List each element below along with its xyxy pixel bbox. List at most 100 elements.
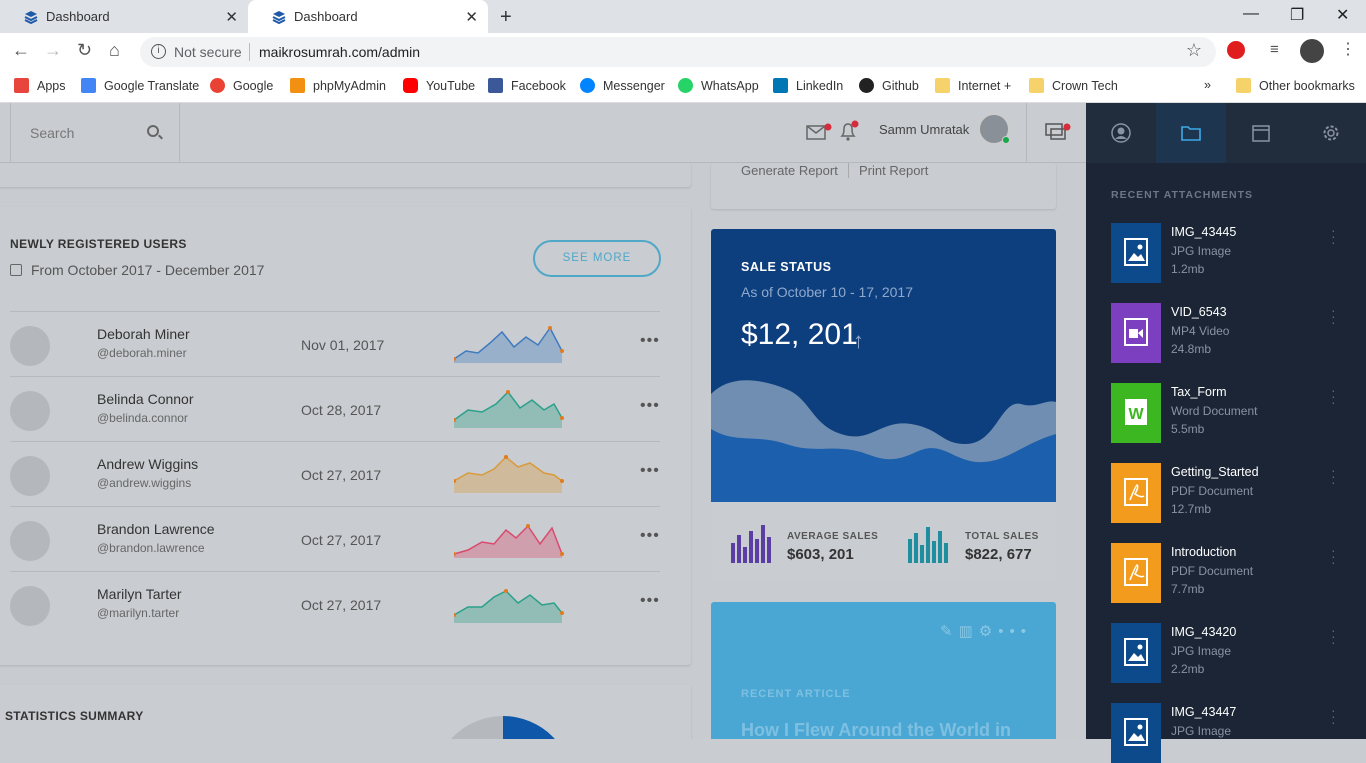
extension-icon[interactable] [1227, 41, 1245, 59]
tab-files[interactable] [1156, 103, 1226, 163]
search-icon[interactable] [147, 125, 159, 137]
avatar[interactable] [10, 326, 50, 366]
attachment-item[interactable]: W Tax_Form Word Document 5.5mb · · · [1111, 383, 1351, 443]
url-field[interactable]: i Not secure maikrosumrah.com/admin ☆ [140, 37, 1216, 67]
bookmark-github[interactable]: Github [859, 78, 919, 93]
table-row[interactable]: Marilyn Tarter @marilyn.tarter Oct 27, 201… [10, 571, 660, 636]
tab-profile[interactable] [1086, 103, 1156, 163]
avatar[interactable] [10, 521, 50, 561]
browser-menu-icon[interactable]: ⋮ [1340, 39, 1356, 59]
attachment-item[interactable]: VID_6543 MP4 Video 24.8mb · · · [1111, 303, 1351, 363]
more-vertical-icon[interactable]: · · · [1331, 543, 1336, 569]
attachment-name[interactable]: Introduction [1171, 545, 1236, 559]
tab-settings[interactable] [1296, 103, 1366, 163]
user-name[interactable]: Brandon Lawrence [97, 521, 215, 537]
bookmark-whatsapp[interactable]: WhatsApp [678, 78, 759, 93]
more-vertical-icon[interactable]: · · · [1331, 623, 1336, 649]
search-input[interactable]: Search [30, 125, 74, 141]
attachment-name[interactable]: IMG_43447 [1171, 705, 1236, 719]
chart-icon[interactable]: ▥ [959, 623, 979, 640]
more-options-icon[interactable]: ••• [640, 462, 660, 480]
avatar[interactable] [978, 113, 1010, 145]
close-tab-icon[interactable]: ✕ [465, 8, 478, 26]
reload-icon[interactable]: ↻ [77, 40, 92, 61]
bookmarks-overflow-icon[interactable]: » [1204, 78, 1211, 92]
article-headline[interactable]: How I Flew Around the World in [741, 720, 1011, 739]
bookmark-star-icon[interactable]: ☆ [1186, 40, 1202, 61]
more-vertical-icon[interactable]: · · · [1331, 303, 1336, 329]
print-report-link[interactable]: Print Report [848, 163, 928, 178]
bookmark-youtube[interactable]: YouTube [403, 78, 475, 93]
bookmark-folder-internet[interactable]: Internet + [935, 78, 1011, 93]
table-row[interactable]: Belinda Connor @belinda.connor Oct 28, 201… [10, 376, 660, 441]
user-name[interactable]: Andrew Wiggins [97, 456, 198, 472]
bookmark-google-translate[interactable]: Google Translate [81, 78, 199, 93]
user-name[interactable]: Samm Umratak [879, 122, 969, 137]
attachment-name[interactable]: IMG_43420 [1171, 625, 1236, 639]
facebook-icon [488, 78, 503, 93]
attachment-name[interactable]: Getting_Started [1171, 465, 1259, 479]
more-vertical-icon[interactable]: · · · [1331, 223, 1336, 249]
more-vertical-icon[interactable]: · · · [1331, 463, 1336, 489]
more-options-icon[interactable]: ••• [640, 527, 660, 545]
search-box[interactable]: Search [10, 103, 180, 163]
attachment-item[interactable]: IMG_43445 JPG Image 1.2mb · · · [1111, 223, 1351, 283]
bookmark-folder-other[interactable]: Other bookmarks [1236, 78, 1355, 93]
more-options-icon[interactable]: ••• [640, 592, 660, 610]
table-row[interactable]: Deborah Miner @deborah.miner Nov 01, 2017 •… [10, 311, 660, 376]
url-text[interactable]: maikrosumrah.com/admin [259, 44, 420, 60]
attachment-item[interactable]: IMG_43447 JPG Image · · · [1111, 703, 1351, 763]
more-options-icon[interactable]: ••• [640, 332, 660, 350]
avatar[interactable] [10, 456, 50, 496]
bookmark-apps[interactable]: Apps [14, 78, 66, 93]
bookmark-messenger[interactable]: Messenger [580, 78, 665, 93]
close-window-icon[interactable]: ✕ [1336, 5, 1349, 25]
table-row[interactable]: Brandon Lawrence @brandon.lawrence Oct 27,… [10, 506, 660, 571]
avatar[interactable] [10, 391, 50, 431]
forward-icon[interactable]: → [44, 40, 62, 61]
attachment-item[interactable]: IMG_43420 JPG Image 2.2mb · · · [1111, 623, 1351, 683]
restore-icon[interactable]: ❐ [1290, 5, 1304, 25]
more-icon[interactable]: ••• [998, 623, 1032, 640]
see-more-button[interactable]: SEE MORE [533, 240, 661, 277]
chat-icon[interactable] [1045, 121, 1073, 143]
bookmark-phpmyadmin[interactable]: phpMyAdmin [290, 78, 386, 93]
more-vertical-icon[interactable]: · · · [1331, 383, 1336, 409]
new-tab-icon[interactable]: + [500, 6, 512, 29]
browser-tab[interactable]: Dashboard ✕ [0, 0, 248, 33]
avatar[interactable] [10, 586, 50, 626]
tab-calendar[interactable] [1226, 103, 1296, 163]
mail-icon[interactable] [806, 123, 832, 141]
more-options-icon[interactable]: ••• [640, 397, 660, 415]
home-icon[interactable]: ⌂ [109, 40, 120, 61]
total-sales-value: $822, 677 [965, 546, 1032, 563]
attachment-item[interactable]: Getting_Started PDF Document 12.7mb · · · [1111, 463, 1351, 523]
browser-tab-active[interactable]: Dashboard ✕ [248, 0, 488, 33]
attachment-item[interactable]: Introduction PDF Document 7.7mb · · · [1111, 543, 1351, 603]
back-icon[interactable]: ← [12, 40, 30, 61]
edit-icon[interactable]: ✎ [940, 623, 959, 640]
bookmark-linkedin[interactable]: LinkedIn [773, 78, 843, 93]
online-status-dot [1002, 136, 1010, 144]
table-row[interactable]: Andrew Wiggins @andrew.wiggins Oct 27, 201… [10, 441, 660, 506]
generate-report-link[interactable]: Generate Report [741, 163, 838, 178]
gear-icon[interactable]: ⚙ [979, 623, 998, 640]
more-vertical-icon[interactable]: · · · [1331, 703, 1336, 729]
close-tab-icon[interactable]: ✕ [225, 8, 238, 26]
profile-avatar-icon[interactable] [1300, 39, 1324, 63]
notification-bell-icon[interactable] [838, 120, 862, 142]
attachment-name[interactable]: IMG_43445 [1171, 225, 1236, 239]
folder-icon [935, 78, 950, 93]
user-name[interactable]: Belinda Connor [97, 391, 194, 407]
bookmark-google[interactable]: Google [210, 78, 273, 93]
user-handle: @belinda.connor [97, 411, 188, 425]
user-name[interactable]: Deborah Miner [97, 326, 190, 342]
info-icon[interactable]: i [151, 44, 166, 59]
attachment-name[interactable]: Tax_Form [1171, 385, 1227, 399]
user-name[interactable]: Marilyn Tarter [97, 586, 182, 602]
bookmark-facebook[interactable]: Facebook [488, 78, 566, 93]
bookmark-folder-crown-tech[interactable]: Crown Tech [1029, 78, 1118, 93]
minimize-icon[interactable]: — [1243, 5, 1259, 23]
attachment-name[interactable]: VID_6543 [1171, 305, 1227, 319]
media-queue-icon[interactable]: ≡ [1270, 41, 1279, 58]
